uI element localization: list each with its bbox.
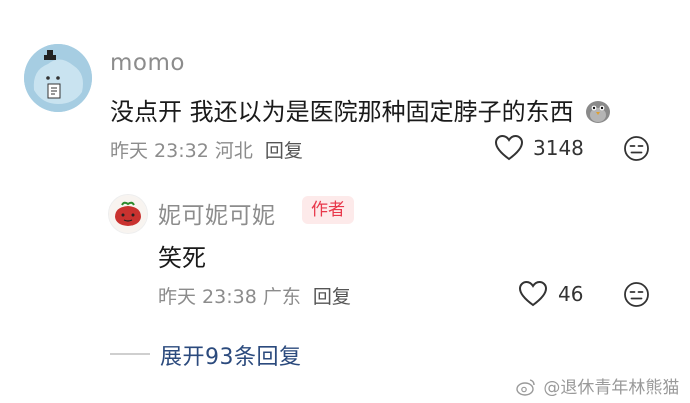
reply-username[interactable]: 妮可妮可妮 [158,196,276,230]
reply-location: 广东 [262,286,301,308]
comment-time: 昨天 23:32 [110,140,209,162]
reply-time: 昨天 23:38 [158,286,257,308]
meh-face-icon [624,136,649,161]
comment-dislike-button[interactable] [623,135,650,162]
heart-icon [518,280,548,307]
comment-text: 没点开 我还以为是医院那种固定脖子的东西 [110,92,612,130]
watermark-text: @退休青年林熊猫 [543,378,680,398]
weibo-logo-icon [516,378,536,401]
comment-like-count: 3148 [533,136,584,160]
comment-like-button[interactable] [494,134,524,162]
comment-username[interactable]: momo [110,50,185,76]
reply-meta: 昨天 23:38 广东 回复 [158,282,351,309]
heart-icon [494,134,524,161]
avatar-momo[interactable] [24,44,92,112]
pigeon-emoji-icon [584,96,612,130]
reply-like-count: 46 [558,282,584,306]
meh-face-icon [624,282,649,307]
expand-replies-button[interactable]: 展开93条回复 [160,339,302,371]
expand-divider [110,353,150,355]
comment-text-body: 没点开 我还以为是医院那种固定脖子的东西 [110,98,574,126]
author-badge: 作者 [302,196,354,224]
comment-reply-button[interactable]: 回复 [265,140,303,162]
comment-location: 河北 [214,140,253,162]
avatar-image [24,44,92,112]
weibo-watermark: @退休青年林熊猫 [516,373,679,401]
avatar-image [109,195,147,233]
avatar-author[interactable] [108,194,148,234]
reply-text: 笑死 [158,244,206,272]
reply-like-button[interactable] [518,280,548,308]
reply-reply-button[interactable]: 回复 [313,286,351,308]
reply-dislike-button[interactable] [623,281,650,308]
comment-meta: 昨天 23:32 河北 回复 [110,136,303,163]
